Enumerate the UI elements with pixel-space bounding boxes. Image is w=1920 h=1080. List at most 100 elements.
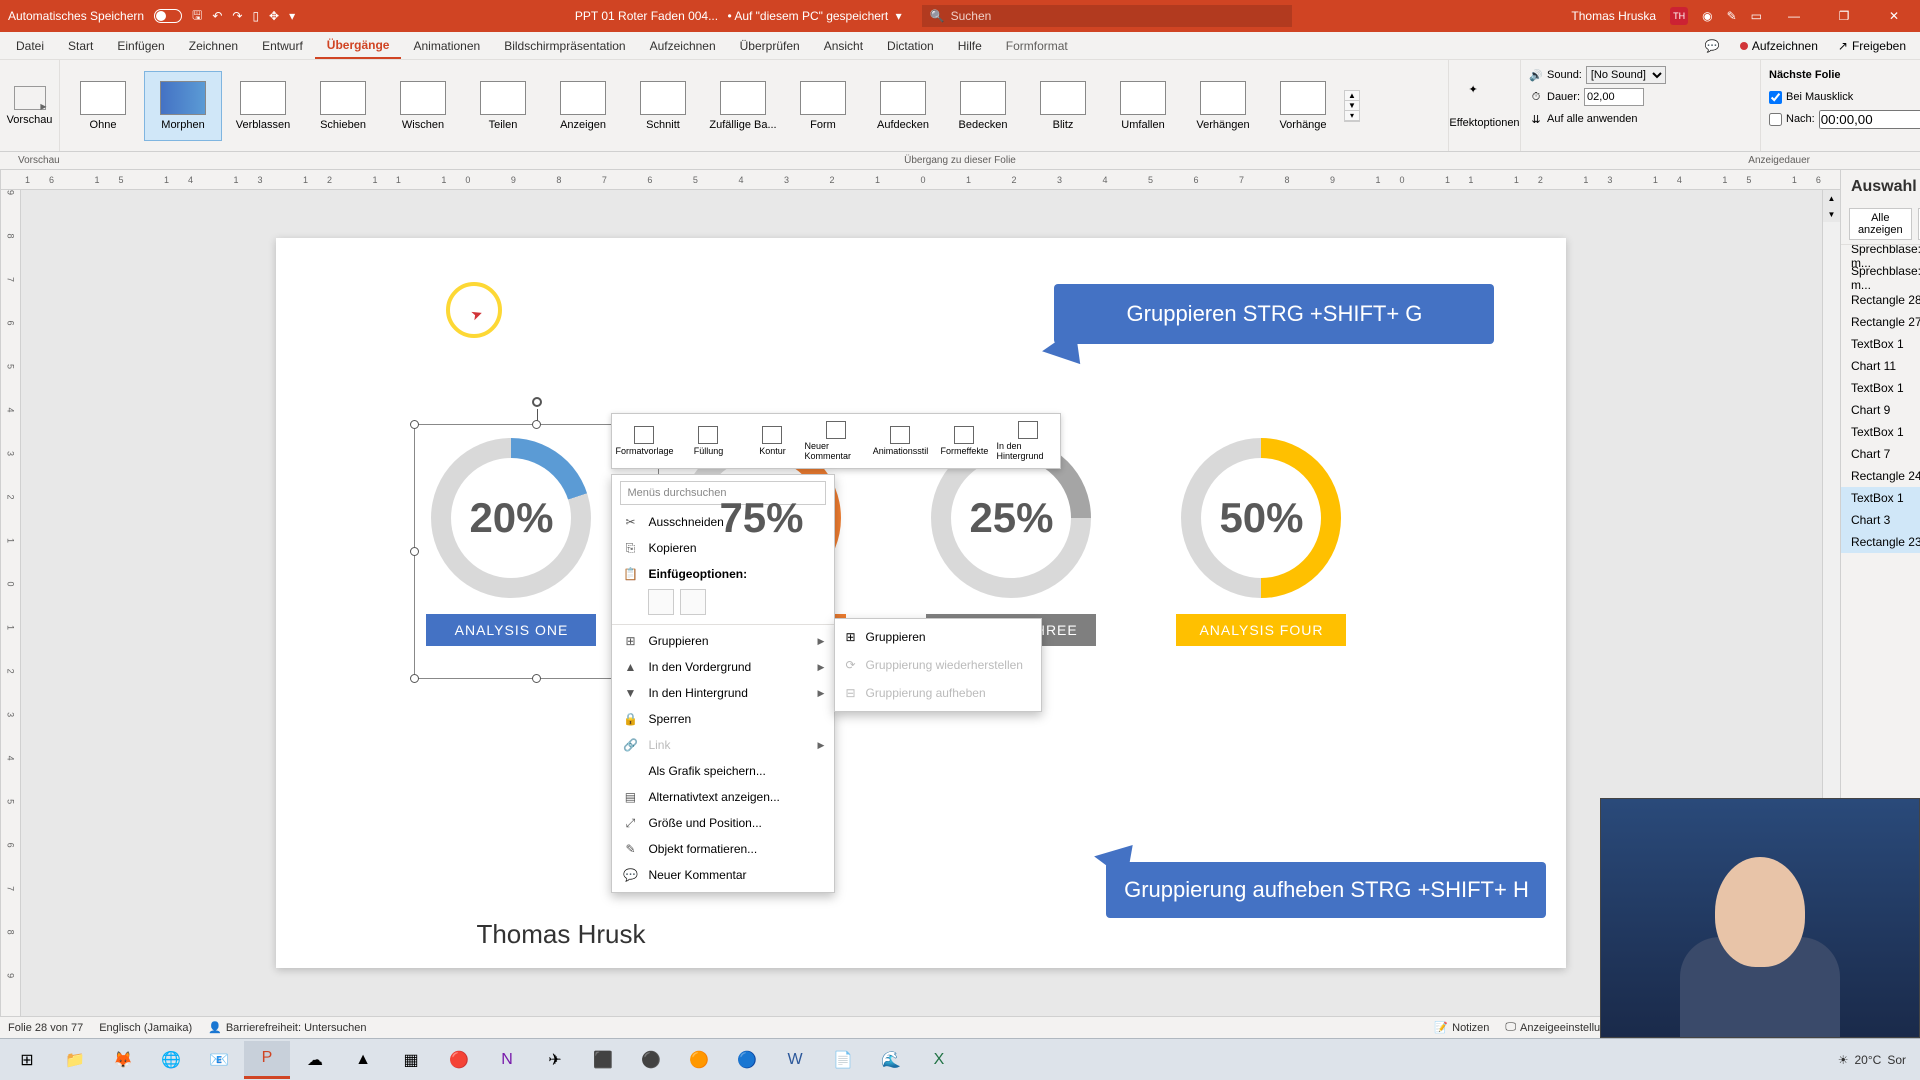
selection-item[interactable]: Chart 7👁🔓	[1841, 443, 1920, 465]
excel-icon[interactable]: X	[916, 1041, 962, 1079]
after-input[interactable]	[1819, 110, 1920, 129]
coming-soon-icon[interactable]: ◉	[1702, 9, 1712, 23]
selection-item[interactable]: Sprechblase: rechteckig m...👁🔓	[1841, 267, 1920, 289]
sound-select[interactable]: [No Sound]	[1586, 66, 1666, 84]
app-icon-5[interactable]: 🟠	[676, 1041, 722, 1079]
telegram-icon[interactable]: ✈	[532, 1041, 578, 1079]
weather-widget[interactable]: ☀ 20°C Sor	[1828, 1053, 1916, 1067]
selection-item[interactable]: TextBox 1👁🔓	[1841, 377, 1920, 399]
close-icon[interactable]: ✕	[1876, 9, 1912, 23]
maximize-icon[interactable]: ❐	[1826, 9, 1862, 23]
powerpoint-icon[interactable]: P	[244, 1041, 290, 1079]
mt-formeffekte[interactable]: Formeffekte	[932, 414, 996, 468]
start-button[interactable]: ⊞	[4, 1041, 50, 1079]
firefox-icon[interactable]: 🦊	[100, 1041, 146, 1079]
donut-3-wrap[interactable]: 25% ANALYSIS THREE	[926, 438, 1096, 646]
handle-s[interactable]	[532, 674, 541, 683]
language[interactable]: Englisch (Jamaika)	[99, 1022, 192, 1034]
transition-bedecken[interactable]: Bedecken	[944, 71, 1022, 141]
after-checkbox[interactable]	[1769, 113, 1782, 126]
mt-neuer-kommentar[interactable]: Neuer Kommentar	[804, 414, 868, 468]
mt-formatvorlage[interactable]: Formatvorlage	[612, 414, 676, 468]
mt-hintergrund[interactable]: In den Hintergrund	[996, 414, 1060, 468]
transition-verhaengen[interactable]: Verhängen	[1184, 71, 1262, 141]
undo-icon[interactable]: ↶	[212, 9, 222, 23]
selection-item[interactable]: Rectangle 28👁🔓	[1841, 289, 1920, 311]
transition-schieben[interactable]: Schieben	[304, 71, 382, 141]
app-icon-6[interactable]: 🔵	[724, 1041, 770, 1079]
scroll-up-icon[interactable]: ▲	[1823, 190, 1840, 206]
accessibility[interactable]: 👤 Barrierefreiheit: Untersuchen	[208, 1021, 366, 1034]
share-button[interactable]: ↗ Freigeben	[1828, 39, 1916, 53]
scroll-down-icon[interactable]: ▼	[1823, 206, 1840, 222]
handle-w[interactable]	[410, 547, 419, 556]
transition-morphen[interactable]: Morphen	[144, 71, 222, 141]
selection-item[interactable]: TextBox 1👁🔓	[1841, 421, 1920, 443]
app-icon-1[interactable]: ☁	[292, 1041, 338, 1079]
apply-all-label[interactable]: Auf alle anwenden	[1547, 113, 1638, 125]
webex-icon[interactable]: ✎	[1727, 9, 1737, 23]
notes-button[interactable]: 📝 Notizen	[1434, 1021, 1489, 1034]
app-icon-4[interactable]: ⬛	[580, 1041, 626, 1079]
slide-info[interactable]: Folie 28 von 77	[8, 1022, 83, 1034]
transition-umfallen[interactable]: Umfallen	[1104, 71, 1182, 141]
word-icon[interactable]: W	[772, 1041, 818, 1079]
tab-dictation[interactable]: Dictation	[875, 32, 946, 59]
donut-4-wrap[interactable]: 50% ANALYSIS FOUR	[1176, 438, 1346, 646]
paste-opt-2[interactable]	[680, 589, 706, 615]
selection-item[interactable]: Rectangle 27👁🔓	[1841, 311, 1920, 333]
transition-aufdecken[interactable]: Aufdecken	[864, 71, 942, 141]
app-icon-7[interactable]: 📄	[820, 1041, 866, 1079]
record-button[interactable]: Aufzeichnen	[1730, 39, 1828, 53]
tab-ansicht[interactable]: Ansicht	[812, 32, 875, 59]
username[interactable]: Thomas Hruska	[1571, 9, 1656, 23]
search-box[interactable]: 🔍 Suchen	[922, 5, 1292, 27]
ctxsub-group[interactable]: ⊞Gruppieren	[835, 623, 1041, 651]
minimize-icon[interactable]: —	[1776, 9, 1812, 23]
selection-item[interactable]: TextBox 1👁🔓	[1841, 487, 1920, 509]
app-icon-3[interactable]: 🔴	[436, 1041, 482, 1079]
mt-fuellung[interactable]: Füllung	[676, 414, 740, 468]
tab-start[interactable]: Start	[56, 32, 105, 59]
present-from-start-icon[interactable]: ▯	[252, 9, 259, 23]
tab-hilfe[interactable]: Hilfe	[946, 32, 994, 59]
callout-group[interactable]: Gruppieren STRG +SHIFT+ G	[1054, 284, 1494, 344]
duration-input[interactable]	[1584, 88, 1644, 106]
app-icon-2[interactable]: ▦	[388, 1041, 434, 1079]
user-avatar[interactable]: TH	[1670, 7, 1688, 25]
selection-item[interactable]: Rectangle 23👁🔓	[1841, 531, 1920, 553]
transition-ohne[interactable]: Ohne	[64, 71, 142, 141]
tab-zeichnen[interactable]: Zeichnen	[177, 32, 250, 59]
selection-item[interactable]: TextBox 1👁🔓	[1841, 333, 1920, 355]
selection-item[interactable]: Chart 11👁🔓	[1841, 355, 1920, 377]
comments-icon[interactable]: 💬	[1695, 39, 1730, 53]
tab-entwurf[interactable]: Entwurf	[250, 32, 315, 59]
handle-sw[interactable]	[410, 674, 419, 683]
transition-wischen[interactable]: Wischen	[384, 71, 462, 141]
gallery-scroll[interactable]: ▲▼▾	[1344, 90, 1360, 122]
ctx-save-as-pic[interactable]: Als Grafik speichern...	[612, 758, 834, 784]
tab-aufzeichnen[interactable]: Aufzeichnen	[638, 32, 728, 59]
edge-icon[interactable]: 🌊	[868, 1041, 914, 1079]
tab-formformat[interactable]: Formformat	[994, 32, 1080, 59]
filename-dropdown-icon[interactable]: ▾	[896, 9, 902, 23]
window-layout-icon[interactable]: ▭	[1751, 9, 1762, 23]
tab-animationen[interactable]: Animationen	[401, 32, 492, 59]
selection-item[interactable]: Chart 3👁🔓	[1841, 509, 1920, 531]
ctx-send-back[interactable]: ▼In den Hintergrund▶	[612, 680, 834, 706]
transition-blitz[interactable]: Blitz	[1024, 71, 1102, 141]
handle-n[interactable]	[532, 420, 541, 429]
ctx-group[interactable]: ⊞Gruppieren▶	[612, 628, 834, 654]
ctx-lock[interactable]: 🔒Sperren	[612, 706, 834, 732]
handle-nw[interactable]	[410, 420, 419, 429]
transition-teilen[interactable]: Teilen	[464, 71, 542, 141]
save-icon[interactable]: 🖫	[192, 6, 202, 27]
filename[interactable]: PPT 01 Roter Faden 004...	[575, 9, 718, 23]
tab-einfuegen[interactable]: Einfügen	[105, 32, 176, 59]
ctx-size-pos[interactable]: ⤢Größe und Position...	[612, 810, 834, 836]
transition-anzeigen[interactable]: Anzeigen	[544, 71, 622, 141]
explorer-icon[interactable]: 📁	[52, 1041, 98, 1079]
show-all-button[interactable]: Alle anzeigen	[1849, 208, 1912, 240]
effect-options[interactable]: ✦ Effektoptionen	[1448, 60, 1520, 151]
vlc-icon[interactable]: ▲	[340, 1041, 386, 1079]
